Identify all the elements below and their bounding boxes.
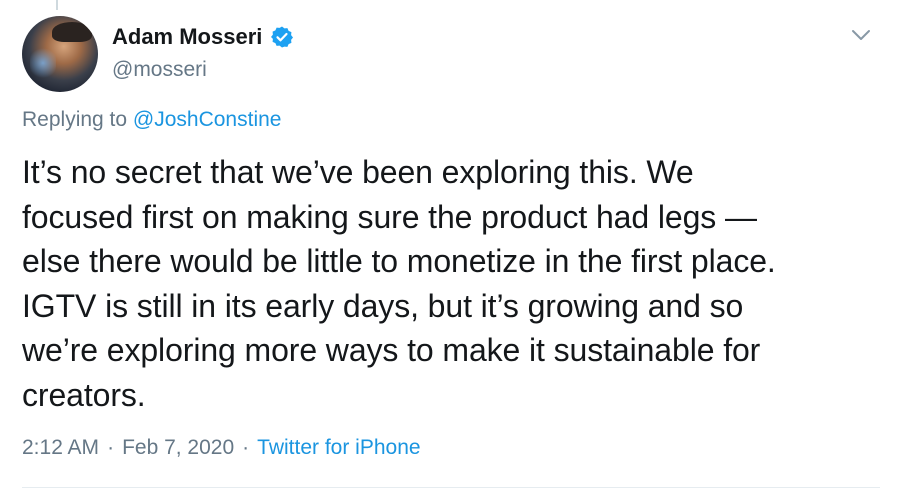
author-name-row[interactable]: Adam Mosseri <box>112 24 294 50</box>
tweet-text-line: IGTV is still in its early days, but it’… <box>22 287 744 324</box>
tweet-time[interactable]: 2:12 AM <box>22 436 99 460</box>
avatar-light-glow <box>30 46 56 80</box>
tweet-text-line: else there would be little to monetize i… <box>22 243 776 280</box>
tweet-source-link[interactable]: Twitter for iPhone <box>257 436 420 460</box>
tweet-text-line: creators. <box>22 376 146 413</box>
tweet-meta: 2:12 AM · Feb 7, 2020 · Twitter for iPho… <box>22 436 421 460</box>
meta-separator: · <box>242 436 250 459</box>
thread-connector-line <box>56 0 58 10</box>
chevron-down-icon <box>852 30 870 40</box>
avatar[interactable] <box>22 16 98 92</box>
reply-target-link[interactable]: @JoshConstine <box>133 108 282 131</box>
author-handle[interactable]: @mosseri <box>112 58 207 82</box>
verified-badge-icon <box>270 25 294 49</box>
author-display-name[interactable]: Adam Mosseri <box>112 24 262 50</box>
meta-separator: · <box>107 436 115 459</box>
tweet-text-line: It’s no secret that we’ve been exploring… <box>22 154 694 190</box>
replying-to-line: Replying to @JoshConstine <box>22 108 281 132</box>
tweet-menu-button[interactable] <box>848 22 874 48</box>
tweet-date[interactable]: Feb 7, 2020 <box>122 436 234 460</box>
tweet-text-line: focused first on making sure the product… <box>22 198 757 235</box>
bottom-divider <box>22 487 880 488</box>
avatar-hair-shape <box>52 22 92 42</box>
replying-to-label: Replying to <box>22 108 128 131</box>
tweet-text: It’s no secret that we’ve been exploring… <box>22 150 882 418</box>
tweet-text-line: we’re exploring more ways to make it sus… <box>22 332 761 369</box>
